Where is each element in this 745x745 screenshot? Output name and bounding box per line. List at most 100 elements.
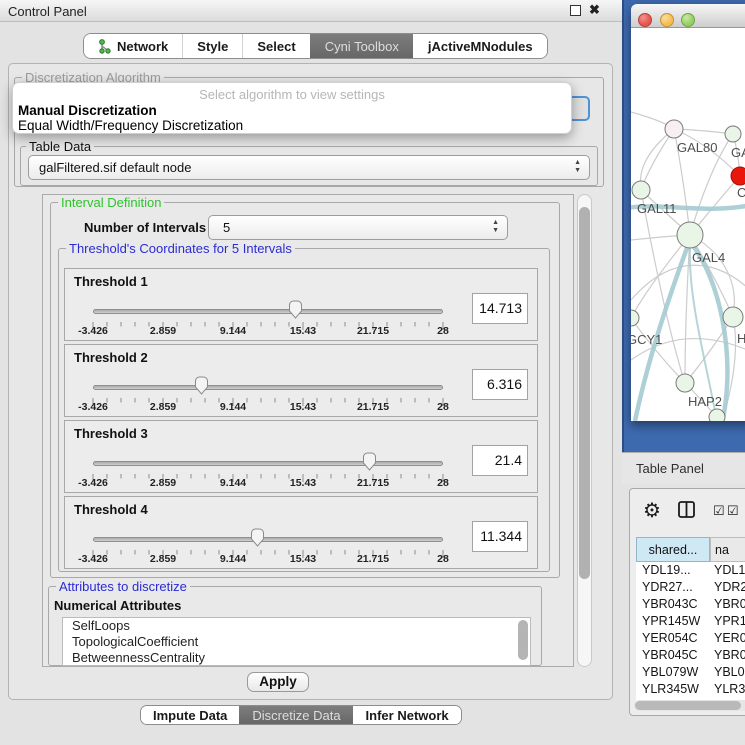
- table-row[interactable]: YPR145WYPR1: [636, 613, 745, 630]
- mac-minimize-icon[interactable]: [660, 13, 674, 27]
- apply-button[interactable]: Apply: [247, 672, 309, 692]
- columns-icon[interactable]: [678, 501, 695, 523]
- threshold-label: Threshold 4: [74, 502, 148, 517]
- table-cell[interactable]: YBR0: [710, 647, 745, 664]
- table-cell[interactable]: YDR27...: [636, 579, 710, 596]
- table-panel-title: Table Panel: [622, 452, 745, 484]
- checkbox-icon-2[interactable]: ☑: [727, 503, 739, 519]
- table-data-title: Table Data: [26, 139, 94, 154]
- table-row[interactable]: YLR345WYLR3: [636, 681, 745, 698]
- attribute-item-selfloops[interactable]: SelfLoops: [63, 618, 530, 634]
- table-row[interactable]: YDL19...YDL1: [636, 562, 745, 579]
- tab-select[interactable]: Select: [242, 34, 309, 58]
- threshold-value-field[interactable]: 14.713: [472, 293, 528, 324]
- tab-impute-data[interactable]: Impute Data: [141, 706, 239, 724]
- table-cell[interactable]: YPR145W: [636, 613, 710, 630]
- tick-label: 21.715: [348, 325, 398, 337]
- column-header-name[interactable]: na: [710, 537, 745, 562]
- number-of-intervals-spinner[interactable]: 5 ▲▼: [208, 215, 508, 240]
- tick-label: 21.715: [348, 553, 398, 565]
- threshold-slider-track[interactable]: [93, 309, 443, 314]
- network-node-ga[interactable]: [725, 126, 741, 142]
- network-node-label: GAL11: [637, 201, 677, 216]
- network-node-gal80[interactable]: [665, 120, 683, 138]
- tab-discretize-data[interactable]: Discretize Data: [239, 706, 352, 724]
- network-node-label: GA: [731, 145, 745, 160]
- tick-label: 9.144: [208, 553, 258, 565]
- tab-label: Infer Network: [366, 708, 449, 723]
- popup-option-equal-width-frequency[interactable]: Equal Width/Frequency Discretization: [16, 118, 243, 133]
- network-node-h[interactable]: [723, 307, 743, 327]
- mac-zoom-icon[interactable]: [681, 13, 695, 27]
- network-node[interactable]: [709, 409, 725, 421]
- settings-scrollbar-thumb[interactable]: [579, 207, 590, 579]
- attribute-item-betweennesscentrality[interactable]: BetweennessCentrality: [63, 650, 530, 666]
- table-cell[interactable]: YDL1: [710, 562, 745, 579]
- table-cell[interactable]: YBR043C: [636, 596, 710, 613]
- gear-icon[interactable]: ⚙: [643, 498, 661, 523]
- tick-label: 9.144: [208, 477, 258, 489]
- column-header-shared[interactable]: shared...: [636, 537, 710, 562]
- threshold-slider-thumb[interactable]: [250, 528, 265, 552]
- attributes-list-scrollbar[interactable]: [518, 620, 528, 660]
- table-cell[interactable]: YPR1: [710, 613, 745, 630]
- table-row[interactable]: YER054CYER0: [636, 630, 745, 647]
- table-row[interactable]: YDR27...YDR2: [636, 579, 745, 596]
- table-row[interactable]: YBL079WYBL0: [636, 664, 745, 681]
- threshold-slider-track[interactable]: [93, 537, 443, 542]
- table-cell[interactable]: YDR2: [710, 579, 745, 596]
- network-view-window: GAL80GACGAL11GAL4GCY1HHAP2: [631, 4, 745, 421]
- algorithm-dropdown-popup: Select algorithm to view settings Manual…: [12, 82, 572, 134]
- network-edge: [640, 129, 674, 190]
- interval-definition-title: Interval Definition: [58, 195, 164, 210]
- threshold-value-field[interactable]: 21.4: [472, 445, 528, 476]
- tab-label: Style: [197, 39, 228, 54]
- threshold-label: Threshold 2: [74, 350, 148, 365]
- network-canvas[interactable]: GAL80GACGAL11GAL4GCY1HHAP2: [631, 28, 745, 421]
- network-node-hap2[interactable]: [676, 374, 694, 392]
- tab-style[interactable]: Style: [182, 34, 242, 58]
- numerical-attributes-list[interactable]: SelfLoopsTopologicalCoefficientBetweenne…: [62, 617, 531, 666]
- table-row[interactable]: YBR043CYBR0: [636, 596, 745, 613]
- network-node-gal4[interactable]: [677, 222, 703, 248]
- mac-close-icon[interactable]: [638, 13, 652, 27]
- tab-cyni-toolbox[interactable]: Cyni Toolbox: [310, 34, 413, 58]
- tab-label: Select: [257, 39, 295, 54]
- network-node-gal11[interactable]: [632, 181, 650, 199]
- threshold-value-field[interactable]: 6.316: [472, 369, 528, 400]
- table-cell[interactable]: YDL19...: [636, 562, 710, 579]
- table-cell[interactable]: YER0: [710, 630, 745, 647]
- table-hscrollbar-thumb[interactable]: [635, 701, 741, 710]
- table-row[interactable]: YBR045CYBR0: [636, 647, 745, 664]
- thresholds-group-title: Threshold's Coordinates for 5 Intervals: [66, 241, 295, 256]
- threshold-slider-track[interactable]: [93, 385, 443, 390]
- network-node-gcy1[interactable]: [631, 310, 639, 326]
- threshold-slider-thumb[interactable]: [362, 452, 377, 476]
- float-window-icon[interactable]: [570, 5, 581, 16]
- threshold-slider-track[interactable]: [93, 461, 443, 466]
- table-cell[interactable]: YBR045C: [636, 647, 710, 664]
- checkbox-icon-1[interactable]: ☑: [713, 503, 725, 519]
- threshold-slider-thumb[interactable]: [194, 376, 209, 400]
- table-cell[interactable]: YBL0: [710, 664, 745, 681]
- network-window-titlebar[interactable]: [631, 4, 745, 28]
- tab-network[interactable]: Network: [84, 34, 182, 58]
- tab-infer-network[interactable]: Infer Network: [353, 706, 461, 724]
- popup-option-manual-discretization[interactable]: Manual Discretization: [16, 103, 157, 118]
- tick-label: 28: [418, 325, 468, 337]
- threshold-value-field[interactable]: 11.344: [472, 521, 528, 552]
- tick-label: 28: [418, 477, 468, 489]
- threshold-slider-thumb[interactable]: [288, 300, 303, 324]
- tick-label: 2.859: [138, 325, 188, 337]
- attribute-item-topologicalcoefficient[interactable]: TopologicalCoefficient: [63, 634, 530, 650]
- table-cell[interactable]: YLR345W: [636, 681, 710, 698]
- close-icon[interactable]: ✖: [589, 2, 600, 18]
- network-edge: [631, 235, 690, 318]
- table-cell[interactable]: YLR3: [710, 681, 745, 698]
- table-cell[interactable]: YBR0: [710, 596, 745, 613]
- network-node-c[interactable]: [731, 167, 745, 185]
- table-data-combobox[interactable]: galFiltered.sif default node ▲▼: [28, 155, 590, 180]
- table-cell[interactable]: YER054C: [636, 630, 710, 647]
- table-cell[interactable]: YBL079W: [636, 664, 710, 681]
- tab-jactivemnodules[interactable]: jActiveMNodules: [413, 34, 547, 58]
